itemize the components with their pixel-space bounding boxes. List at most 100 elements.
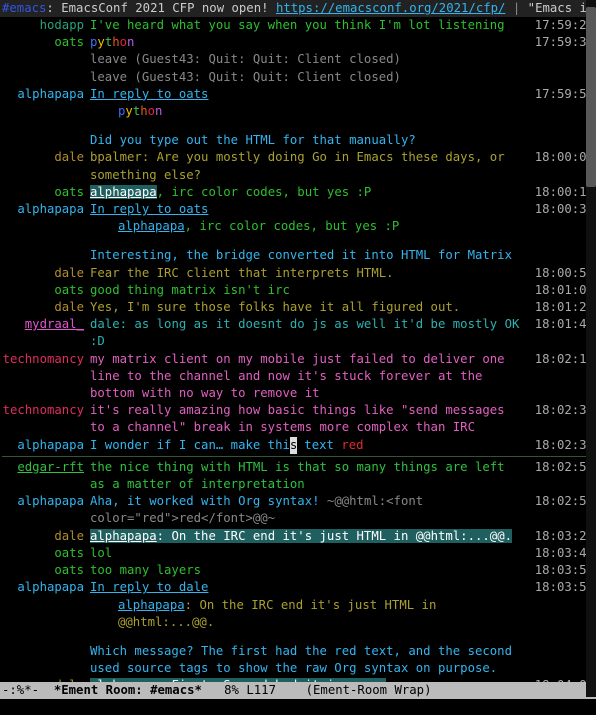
channel-name: #emacs	[2, 1, 46, 15]
scrollbar-thumb[interactable]	[586, 7, 596, 187]
nick-alphapapa: alphapapa	[2, 437, 90, 454]
message-row: alphapapa In reply to oats 17:59:58	[2, 86, 596, 103]
modeline-mode: (Ement-Room Wrap)	[306, 682, 432, 699]
separator-line	[2, 456, 596, 457]
nick-alphapapa: alphapapa	[2, 86, 90, 103]
nick-oats: oats	[2, 34, 90, 51]
colored-word: red	[341, 438, 363, 452]
reply-prefix[interactable]: In reply to	[90, 580, 179, 594]
message-body: too many layers	[90, 562, 528, 579]
message-body: In reply to oats	[90, 86, 528, 103]
message-row: oats good thing matrix isn't irc 18:01:0…	[2, 282, 596, 299]
message-body: python	[90, 34, 528, 51]
message-row: dale Yes, I'm sure those folks have it a…	[2, 299, 596, 316]
message-row: edgar-rft the nice thing with HTML is th…	[2, 459, 596, 493]
emacs-frame: #emacs: EmacsConf 2021 CFP now open! htt…	[0, 0, 596, 715]
nick-technomancy: technomancy	[2, 351, 90, 368]
message-row: dale Fear the IRC client that interprets…	[2, 265, 596, 282]
message-row: oats python 17:59:31	[2, 34, 596, 51]
python-letter: y	[97, 35, 104, 49]
nick-dale: dale	[2, 149, 90, 166]
system-message: leave (Guest43: Quit: Quit: Client close…	[90, 69, 528, 86]
message-body: bpalmer: Are you mostly doing Go in Emac…	[90, 149, 528, 183]
message-row: dale bpalmer: Are you mostly doing Go in…	[2, 149, 596, 183]
message-body: dale: as long as it doesnt do js as well…	[90, 316, 528, 350]
nick-oats: oats	[2, 282, 90, 299]
mention: bpalmer:	[90, 150, 157, 164]
message-row-active: alphapapa I wonder if I can… make this t…	[2, 437, 596, 454]
topic-link[interactable]: https://emacsconf.org/2021/cfp/	[276, 1, 506, 15]
message-row: alphapapa, irc color codes, but yes :P	[2, 218, 596, 235]
nick-hodapp: hodapp	[2, 17, 90, 34]
nick-edgar-rft: edgar-rft	[2, 459, 90, 476]
minibuffer[interactable]	[0, 699, 596, 715]
message-body: alphapapa: On the IRC end it's just HTML…	[90, 528, 528, 545]
reply-prefix[interactable]: In reply to	[90, 87, 179, 101]
reply-target-nick[interactable]: dale	[179, 580, 209, 594]
python-letter: n	[155, 104, 162, 118]
message-row: Which message? The first had the red tex…	[2, 643, 596, 677]
buffer-name: *Ement Room: #emacs*	[54, 682, 202, 699]
topic-text-1: : EmacsConf 2021 CFP now open!	[46, 1, 276, 15]
message-body: good thing matrix isn't irc	[90, 282, 528, 299]
message-text: , irc color codes, but yes :P	[157, 185, 372, 199]
message-row: alphapapa In reply to oats 18:00:35	[2, 201, 596, 218]
nick-dale: dale	[2, 265, 90, 282]
message-body: In reply to oats	[90, 201, 528, 218]
message-body[interactable]: I wonder if I can… make this text red	[90, 437, 528, 454]
message-row: alphapapa Aha, it worked with Org syntax…	[2, 493, 596, 527]
python-letter: o	[148, 104, 155, 118]
python-letter: o	[120, 35, 127, 49]
message-body: it's really amazing how basic things lik…	[90, 402, 528, 436]
message-body: Which message? The first had the red tex…	[90, 643, 528, 677]
message-body: In reply to dale	[90, 579, 528, 596]
message-body: Aha, it worked with Org syntax! ~@@html:…	[90, 493, 528, 527]
message-row: hodapp I've heard what you say when you …	[2, 17, 596, 34]
messages-area[interactable]: hodapp I've heard what you say when you …	[0, 17, 596, 682]
text-cursor: s	[290, 437, 297, 454]
mention[interactable]: alphapapa	[118, 219, 185, 233]
message-body: alphapapa, irc color codes, but yes :P	[90, 184, 528, 201]
quoted-body: alphapapa, irc color codes, but yes :P	[90, 218, 528, 235]
highlighted-text: : On the IRC end it's just HTML in @@htm…	[157, 529, 512, 543]
message-text: as long as it doesnt do js as well it'd …	[90, 317, 519, 348]
nick-mydraal: mydraal_	[2, 316, 90, 333]
message-row: technomancy my matrix client on my mobil…	[2, 351, 596, 403]
python-letter: n	[127, 35, 134, 49]
mention-highlight[interactable]: alphapapa	[90, 529, 157, 543]
message-row: leave (Guest43: Quit: Quit: Client close…	[2, 51, 596, 68]
message-row: oats lol 18:03:46	[2, 545, 596, 562]
message-row: Interesting, the bridge converted it int…	[2, 247, 596, 264]
mention[interactable]: alphapapa	[118, 598, 185, 612]
message-body: Fear the IRC client that interprets HTML…	[90, 265, 528, 282]
reply-prefix[interactable]: In reply to	[90, 202, 179, 216]
scrollbar[interactable]	[586, 0, 596, 697]
nick-oats: oats	[2, 184, 90, 201]
message-row: Did you type out the HTML for that manua…	[2, 132, 596, 149]
header-line: #emacs: EmacsConf 2021 CFP now open! htt…	[0, 0, 596, 17]
reply-target-nick[interactable]: oats	[179, 87, 209, 101]
message-text: I wonder if I can… make thi	[90, 438, 290, 452]
python-letter: y	[125, 104, 132, 118]
mode-line[interactable]: -:%*- *Ement Room: #emacs* 8% L117 (Emen…	[0, 682, 596, 699]
message-row: mydraal_ dale: as long as it doesnt do j…	[2, 316, 596, 350]
python-letter: h	[112, 35, 119, 49]
message-row: leave (Guest43: Quit: Quit: Client close…	[2, 69, 596, 86]
reply-target-nick[interactable]: oats	[179, 202, 209, 216]
mention: dale:	[90, 317, 134, 331]
nick-dale: dale	[2, 299, 90, 316]
message-row: alphapapa: On the IRC end it's just HTML…	[2, 597, 596, 631]
message-body: lol	[90, 545, 528, 562]
modeline-line: L117	[246, 682, 276, 699]
quoted-body: python	[90, 103, 528, 120]
message-row: dale alphapapa: On the IRC end it's just…	[2, 528, 596, 545]
message-text: , irc color codes, but yes :P	[185, 219, 400, 233]
message-row: oats alphapapa, irc color codes, but yes…	[2, 184, 596, 201]
modeline-flags: -:%*-	[2, 682, 39, 699]
system-message: leave (Guest43: Quit: Quit: Client close…	[90, 51, 528, 68]
nick-oats: oats	[2, 562, 90, 579]
topic-divider: |	[505, 1, 527, 15]
message-text: text	[297, 438, 341, 452]
quoted-body: alphapapa: On the IRC end it's just HTML…	[90, 597, 528, 631]
mention-highlight[interactable]: alphapapa	[90, 185, 157, 199]
